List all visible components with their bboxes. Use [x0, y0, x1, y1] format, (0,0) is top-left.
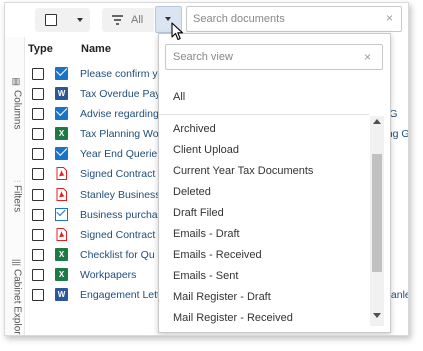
clear-search-icon[interactable]: ×	[386, 11, 393, 25]
view-filter-label: All	[131, 14, 144, 26]
row-checkbox[interactable]	[32, 188, 44, 201]
scroll-up-icon[interactable]	[373, 119, 381, 124]
word-document-icon: W	[55, 87, 68, 101]
search-view-input[interactable]	[165, 44, 383, 70]
document-name-link[interactable]: Tax Planning Wo	[80, 128, 159, 140]
tab-filters-label: Filters	[11, 185, 23, 213]
document-name-link[interactable]: Year End Querie	[80, 148, 157, 160]
cabinet-icon: |||	[12, 259, 22, 267]
view-option[interactable]: Emails - Draft	[159, 224, 371, 245]
view-option[interactable]: Mail Register - Received	[159, 308, 371, 329]
dropdown-scrollbar[interactable]	[370, 116, 384, 326]
tab-columns[interactable]: ▥ Columns	[5, 77, 25, 129]
scroll-down-icon[interactable]	[373, 313, 381, 318]
view-option[interactable]: Client Upload	[159, 140, 371, 161]
view-option[interactable]: Current Year Tax Documents	[159, 161, 371, 182]
clear-view-search-icon[interactable]: ×	[364, 50, 371, 64]
row-checkbox[interactable]	[32, 108, 44, 121]
select-all-checkbox[interactable]	[45, 14, 57, 26]
view-option-all[interactable]: All	[173, 91, 185, 103]
view-option[interactable]: Mail Register - Draft	[159, 287, 371, 308]
document-name-link[interactable]: Business purcha	[80, 209, 158, 221]
view-option[interactable]: Deleted	[159, 182, 371, 203]
view-option[interactable]: Draft Filed	[159, 203, 371, 224]
pdf-document-icon	[55, 187, 68, 201]
view-dropdown-panel: × All ArchivedClient UploadCurrent Year …	[158, 33, 391, 333]
chevron-down-icon	[77, 18, 83, 22]
pdf-document-icon	[55, 167, 68, 181]
filters-icon: ⫶	[12, 180, 22, 183]
email-icon	[55, 147, 68, 161]
pdf-document-icon	[55, 227, 68, 241]
row-checkbox[interactable]	[32, 68, 44, 80]
row-checkbox[interactable]	[32, 148, 44, 161]
row-checkbox[interactable]	[32, 208, 44, 221]
document-name-link[interactable]: Checklist for Qu	[80, 249, 155, 261]
row-checkbox[interactable]	[32, 268, 44, 281]
email-outline-icon	[55, 207, 68, 221]
filter-icon	[112, 15, 123, 25]
search-documents-input[interactable]	[186, 6, 402, 32]
view-option[interactable]: Emails - Sent	[159, 266, 371, 287]
mouse-cursor-icon	[171, 22, 184, 41]
row-checkbox[interactable]	[32, 289, 44, 302]
word-document-icon: W	[55, 288, 68, 302]
document-browser-window: All × ▥ Columns ⫶ Filters ||| Cabinet Ex…	[4, 2, 409, 336]
view-options-list: Archived Client Upload Current Year Tax Do…	[159, 119, 371, 332]
view-option[interactable]: Emails - Received	[159, 245, 371, 266]
excel-document-icon: X	[55, 247, 68, 261]
email-icon	[55, 107, 68, 121]
row-checkbox[interactable]	[32, 228, 44, 241]
row-checkbox[interactable]	[32, 128, 44, 141]
document-name-link[interactable]: Advise regarding	[80, 108, 159, 120]
column-header-name[interactable]: Name	[81, 43, 111, 55]
document-name-link[interactable]: Engagement Letter	[80, 289, 169, 301]
email-icon	[55, 67, 68, 80]
scrollbar-thumb[interactable]	[372, 154, 382, 272]
document-name-link[interactable]: Workpapers	[80, 269, 136, 281]
excel-document-icon: X	[55, 127, 68, 141]
document-name-link[interactable]: Signed Contract	[80, 229, 155, 241]
tab-cabinet-explorer[interactable]: ||| Cabinet Explorer	[5, 259, 25, 336]
side-panel-tabs: ▥ Columns ⫶ Filters ||| Cabinet Explorer	[5, 37, 25, 336]
toolbar: All ×	[5, 3, 408, 37]
view-filter-button[interactable]: All	[102, 8, 154, 32]
document-name-link[interactable]: Stanley Business	[80, 189, 161, 201]
view-option[interactable]: Archived	[159, 119, 371, 140]
divider	[159, 114, 369, 115]
document-name-link[interactable]: Please confirm y	[80, 68, 158, 80]
excel-document-icon: X	[55, 267, 68, 281]
column-header-type[interactable]: Type	[28, 43, 53, 55]
columns-icon: ▥	[12, 77, 22, 87]
tab-columns-label: Columns	[11, 90, 23, 130]
document-name-link[interactable]: Tax Overdue Pay	[80, 88, 161, 100]
row-checkbox[interactable]	[32, 168, 44, 181]
tab-cabinet-label: Cabinet Explorer	[11, 269, 23, 336]
row-checkbox[interactable]	[32, 88, 44, 101]
chevron-down-icon	[165, 17, 171, 21]
document-name-link[interactable]: Signed Contract	[80, 168, 155, 180]
row-checkbox[interactable]	[32, 248, 44, 261]
tab-filters[interactable]: ⫶ Filters	[5, 180, 25, 213]
select-all-dropdown-button[interactable]	[35, 8, 90, 32]
